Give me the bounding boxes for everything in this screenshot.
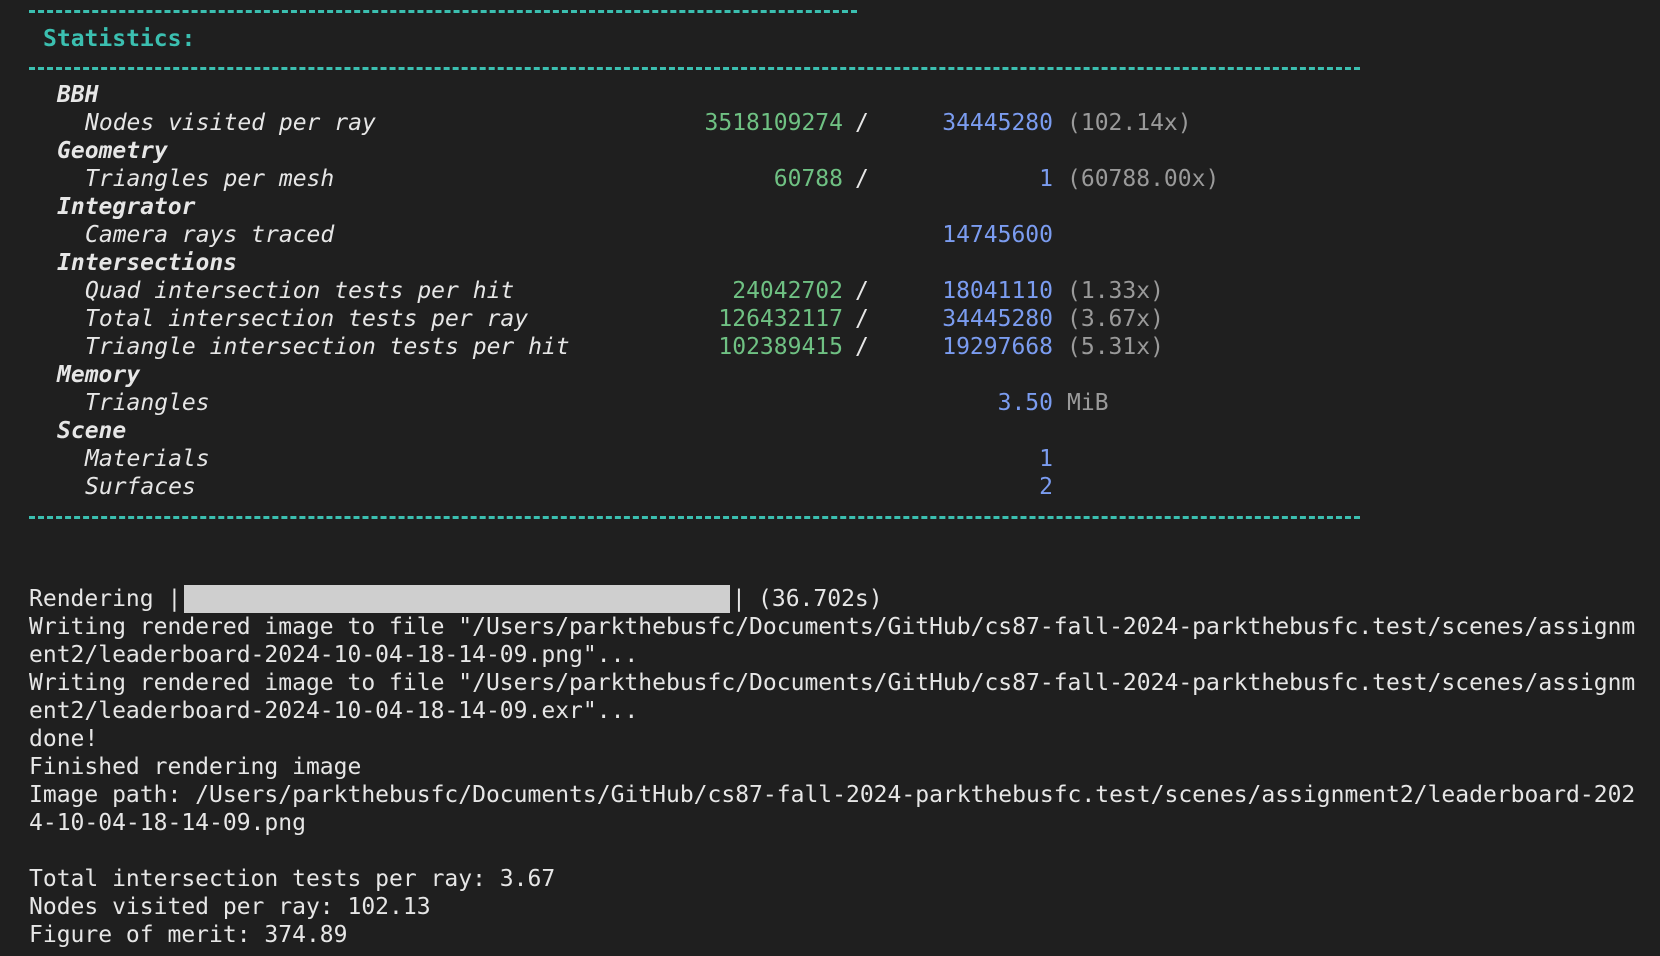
progress-bar-fill [184,585,730,613]
stat-label: Triangles per mesh [85,166,335,192]
log-line: Writing rendered image to file "/Users/p… [29,670,1636,696]
log-line: Image path: /Users/parkthebusfc/Document… [29,782,1636,808]
stat-slash: / [855,334,869,360]
stat-denominator: 1 [1039,166,1053,192]
divider-bottom [29,516,1360,519]
divider-top [29,67,1360,70]
stat-label: Nodes visited per ray [85,110,376,136]
stat-label: Surfaces [85,474,196,500]
divider-top-short [29,10,857,13]
log-line: 4-10-04-18-14-09.png [29,810,306,836]
stat-label: Camera rays traced [85,222,335,248]
stat-numerator: 102389415 [718,334,843,360]
stat-ratio: (3.67x) [1067,306,1164,332]
section-bbh: BBH [57,82,99,108]
log-line: Finished rendering image [29,754,362,780]
stat-denominator: 14745600 [942,222,1053,248]
section-intersections: Intersections [57,250,238,276]
stat-numerator: 60788 [773,166,843,192]
rendering-time: (36.702s) [758,586,883,612]
stat-label: Quad intersection tests per hit [85,278,515,304]
stat-numerator: 126432117 [718,306,843,332]
stat-denominator: 1 [1039,446,1053,472]
section-memory: Memory [57,362,141,388]
stat-denominator: 19297668 [942,334,1053,360]
stat-slash: / [855,110,869,136]
stat-ratio: (5.31x) [1067,334,1164,360]
stat-ratio: (60788.00x) [1067,166,1220,192]
stat-label: Total intersection tests per ray [85,306,529,332]
section-geometry: Geometry [57,138,168,164]
log-line: Writing rendered image to file "/Users/p… [29,614,1636,640]
section-integrator: Integrator [57,194,196,220]
log-line: Total intersection tests per ray: 3.67 [29,866,556,892]
stat-slash: / [855,306,869,332]
stat-numerator: 3518109274 [704,110,843,136]
log-line: done! [29,726,99,752]
log-line: ent2/leaderboard-2024-10-04-18-14-09.png… [29,642,639,668]
section-scene: Scene [57,418,127,444]
stat-denominator: 34445280 [942,110,1053,136]
statistics-title: Statistics: [43,26,196,52]
stat-numerator: 24042702 [732,278,843,304]
progress-bar [172,583,742,615]
stat-label: Materials [85,446,210,472]
log-line: Figure of merit: 374.89 [29,922,348,948]
stat-ratio: (102.14x) [1067,110,1192,136]
rendering-label: Rendering | [29,586,182,612]
stat-slash: / [855,278,869,304]
log-line: ent2/leaderboard-2024-10-04-18-14-09.exr… [29,698,639,724]
progress-bar-end: | [732,586,746,612]
stat-denominator: 18041110 [942,278,1053,304]
stat-unit: MiB [1067,390,1109,416]
log-line: Nodes visited per ray: 102.13 [29,894,431,920]
stat-denominator: 2 [1039,474,1053,500]
stat-label: Triangles [85,390,210,416]
stat-label: Triangle intersection tests per hit [85,334,570,360]
stat-denominator: 34445280 [942,306,1053,332]
stat-ratio: (1.33x) [1067,278,1164,304]
stat-slash: / [855,166,869,192]
stat-denominator: 3.50 [997,390,1053,416]
